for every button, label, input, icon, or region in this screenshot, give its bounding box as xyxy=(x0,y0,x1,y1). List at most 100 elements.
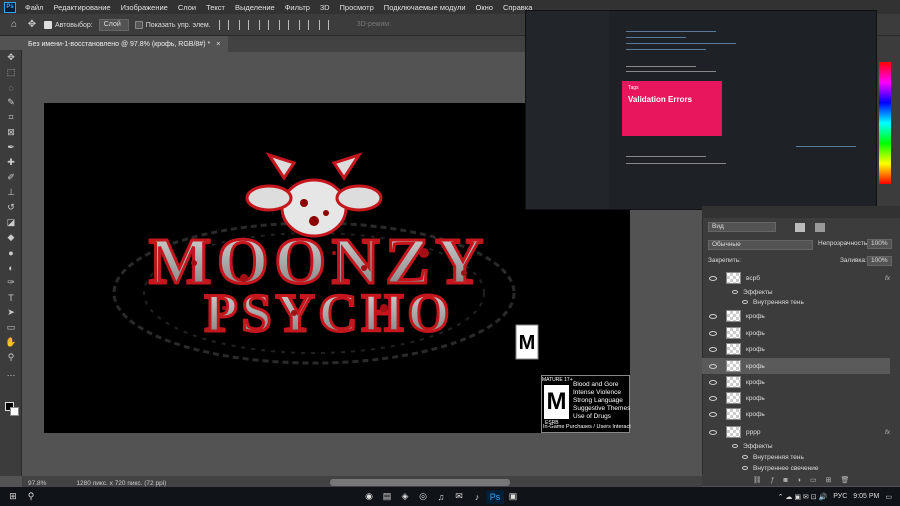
autoselect-dropdown[interactable]: Слой xyxy=(98,18,129,31)
stamp-icon[interactable]: ⊥ xyxy=(0,185,22,200)
visibility-eye-icon[interactable] xyxy=(709,313,717,319)
align-right-icon[interactable] xyxy=(258,19,269,30)
fx-icon[interactable]: fx xyxy=(885,275,890,282)
eraser-icon[interactable]: ◪ xyxy=(0,215,22,230)
visibility-eye-icon[interactable] xyxy=(709,429,717,435)
type-icon[interactable]: T xyxy=(0,290,22,305)
visibility-eye-icon[interactable] xyxy=(709,395,717,401)
photoshop-taskbar-icon[interactable]: Ps xyxy=(486,489,504,504)
windows-start-icon[interactable]: ⊞ xyxy=(4,490,22,504)
show-controls-checkbox[interactable]: Показать упр. элем. xyxy=(134,20,211,29)
menu-layers[interactable]: Слои xyxy=(173,3,201,12)
mask-icon[interactable]: ◙ xyxy=(783,477,787,484)
visibility-eye-icon[interactable] xyxy=(742,455,748,459)
visibility-eye-icon[interactable] xyxy=(709,379,717,385)
quick-select-icon[interactable]: ✎ xyxy=(0,95,22,110)
visibility-eye-icon[interactable] xyxy=(709,346,717,352)
align-middle-icon[interactable] xyxy=(298,19,309,30)
layer-row[interactable]: крофь xyxy=(702,308,890,324)
visibility-eye-icon[interactable] xyxy=(742,300,748,304)
link-icon[interactable]: ⛓ xyxy=(753,476,762,484)
fill-input[interactable]: 100% xyxy=(867,256,892,266)
blend-mode[interactable]: Обычные xyxy=(708,240,813,250)
align-left-icon[interactable] xyxy=(218,19,229,30)
hand-icon[interactable]: ✋ xyxy=(0,335,22,350)
layer-row[interactable]: крофь xyxy=(702,390,890,406)
marquee-icon[interactable]: ⬚ xyxy=(0,65,22,80)
pen-icon[interactable]: ✑ xyxy=(0,275,22,290)
delete-layer-icon[interactable]: 🗑 xyxy=(840,476,849,484)
chat-icon[interactable]: ✉ xyxy=(450,490,468,504)
move-tool-icon[interactable]: ✥ xyxy=(26,19,38,31)
visibility-eye-icon[interactable] xyxy=(742,466,748,470)
add-style-icon[interactable]: ƒ xyxy=(771,477,775,484)
layer-row-selected[interactable]: крофь xyxy=(702,358,890,374)
layer-filter[interactable]: Вид xyxy=(708,222,776,232)
media-icon[interactable]: ♪ xyxy=(468,490,486,504)
history-brush-icon[interactable]: ↺ xyxy=(0,200,22,215)
blend-mode-select[interactable]: Обычные xyxy=(708,240,813,250)
visibility-eye-icon[interactable] xyxy=(709,275,717,281)
menu-image[interactable]: Изображение xyxy=(116,3,173,12)
align-top-icon[interactable] xyxy=(278,19,289,30)
layer-row[interactable]: крофь xyxy=(702,341,890,357)
layer-filter-icons[interactable] xyxy=(795,223,805,232)
explorer-icon[interactable]: ▤ xyxy=(378,490,396,504)
align-center-icon[interactable] xyxy=(238,19,249,30)
game-icon[interactable]: ◎ xyxy=(414,490,432,504)
menu-edit[interactable]: Редактирование xyxy=(48,3,115,12)
new-layer-icon[interactable]: ⊞ xyxy=(826,476,832,484)
clock[interactable]: 9:05 PM xyxy=(853,493,879,500)
distribute-icon[interactable] xyxy=(318,19,329,30)
adjustment-icon[interactable]: ◑ xyxy=(797,477,801,484)
terminal-icon[interactable]: ▣ xyxy=(504,490,522,504)
search-icon[interactable]: ⚲ xyxy=(22,490,40,504)
visibility-eye-icon[interactable] xyxy=(709,363,717,369)
document-tab[interactable]: Без имени-1-восстановлено @ 97.8% (крофь… xyxy=(20,36,229,52)
menu-select[interactable]: Выделение xyxy=(230,3,280,12)
layer-row[interactable]: крофь xyxy=(702,406,890,422)
zoom-level[interactable]: 97.8% xyxy=(28,480,46,487)
more-tools-icon[interactable]: … xyxy=(0,365,22,380)
fx-icon[interactable]: fx xyxy=(885,429,890,436)
path-select-icon[interactable]: ➤ xyxy=(0,305,22,320)
eyedropper-icon[interactable]: ✒ xyxy=(0,140,22,155)
group-icon[interactable]: ▭ xyxy=(810,476,817,484)
app-icon[interactable]: ◈ xyxy=(396,490,414,504)
layer-row[interactable]: крофь xyxy=(702,374,890,390)
menu-type[interactable]: Текст xyxy=(201,3,230,12)
horizontal-scrollbar[interactable] xyxy=(330,479,510,486)
opacity-input[interactable]: 100% xyxy=(867,239,892,249)
autoselect-checkbox[interactable]: Автовыбор: xyxy=(44,20,93,29)
close-tab-icon[interactable]: × xyxy=(216,41,220,48)
menu-view[interactable]: Просмотр xyxy=(335,3,379,12)
menu-window[interactable]: Окно xyxy=(471,3,498,12)
dodge-icon[interactable]: ◐ xyxy=(0,260,22,275)
brush-icon[interactable]: ✐ xyxy=(0,170,22,185)
visibility-eye-icon[interactable] xyxy=(732,444,738,448)
move-icon[interactable]: ✥ xyxy=(0,50,22,65)
menu-plugins[interactable]: Подключаемые модули xyxy=(379,3,471,12)
spotify-icon[interactable]: ♫ xyxy=(432,490,450,504)
rectangle-icon[interactable]: ▭ xyxy=(0,320,22,335)
browser-icon[interactable]: ◉ xyxy=(360,490,378,504)
layer-row[interactable]: крофь xyxy=(702,325,890,341)
menu-3d[interactable]: 3D xyxy=(315,3,335,12)
background-color-swatch[interactable] xyxy=(10,407,19,416)
bucket-icon[interactable]: ◆ xyxy=(0,230,22,245)
layer-filter-icons[interactable] xyxy=(815,223,825,232)
menu-filter[interactable]: Фильтр xyxy=(280,3,315,12)
tray-icons[interactable]: ⌃ ☁ ▣ ✉ ⊡ 🔊 xyxy=(778,493,828,501)
language-indicator[interactable]: РУС xyxy=(833,493,847,500)
notification-icon[interactable]: ▭ xyxy=(885,493,892,501)
home-icon[interactable]: ⌂ xyxy=(8,19,20,31)
zoom-icon[interactable]: ⚲ xyxy=(0,350,22,365)
layer-filter-select[interactable]: Вид xyxy=(708,222,776,232)
visibility-eye-icon[interactable] xyxy=(709,330,717,336)
lasso-icon[interactable]: ◌ xyxy=(0,80,22,95)
healing-icon[interactable]: ✚ xyxy=(0,155,22,170)
frame-icon[interactable]: ⊠ xyxy=(0,125,22,140)
menu-file[interactable]: Файл xyxy=(20,3,48,12)
blur-icon[interactable]: ● xyxy=(0,245,22,260)
color-spectrum[interactable] xyxy=(879,62,891,184)
